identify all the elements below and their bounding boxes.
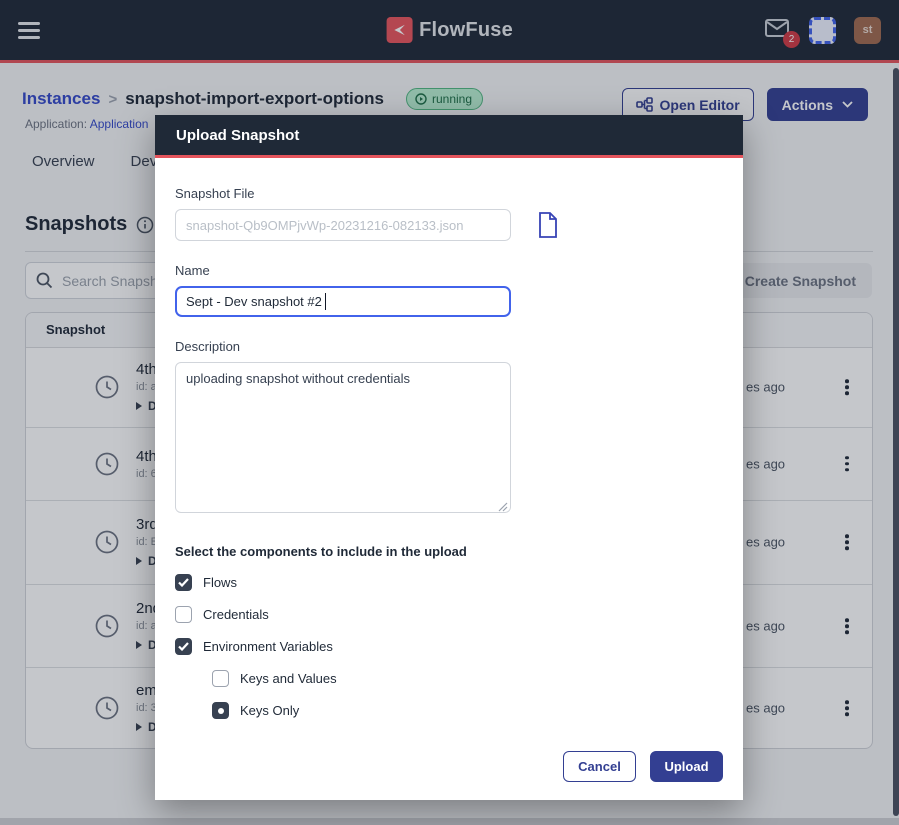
description-label: Description: [175, 339, 723, 354]
snapshot-file-label: Snapshot File: [175, 186, 723, 201]
components-heading: Select the components to include in the …: [175, 544, 723, 559]
name-label: Name: [175, 263, 723, 278]
checkbox-unchecked-icon[interactable]: [175, 606, 192, 623]
checkbox-unchecked-icon[interactable]: [212, 670, 229, 687]
check-icon: [178, 642, 189, 651]
check-icon: [178, 578, 189, 587]
snapshot-file-input[interactable]: [175, 209, 511, 241]
option-keys-and-values[interactable]: Keys and Values: [212, 670, 723, 687]
upload-snapshot-dialog: Upload Snapshot Snapshot File Name Descr…: [155, 115, 743, 800]
description-textarea[interactable]: uploading snapshot without credentials: [175, 362, 511, 513]
option-keys-only[interactable]: Keys Only: [212, 702, 723, 719]
file-document-icon[interactable]: [537, 212, 559, 238]
option-environment-variables[interactable]: Environment Variables: [175, 638, 723, 655]
text-cursor: [325, 293, 326, 310]
checkbox-checked-icon[interactable]: [175, 638, 192, 655]
checkbox-checked-icon[interactable]: [175, 574, 192, 591]
option-credentials[interactable]: Credentials: [175, 606, 723, 623]
dialog-header: Upload Snapshot: [155, 115, 743, 158]
option-flows[interactable]: Flows: [175, 574, 723, 591]
radio-selected-icon[interactable]: [212, 702, 229, 719]
dialog-title: Upload Snapshot: [176, 127, 299, 144]
resize-grip-icon[interactable]: [498, 502, 508, 512]
name-input[interactable]: [175, 286, 511, 317]
cancel-button[interactable]: Cancel: [563, 751, 636, 782]
upload-button[interactable]: Upload: [650, 751, 723, 782]
